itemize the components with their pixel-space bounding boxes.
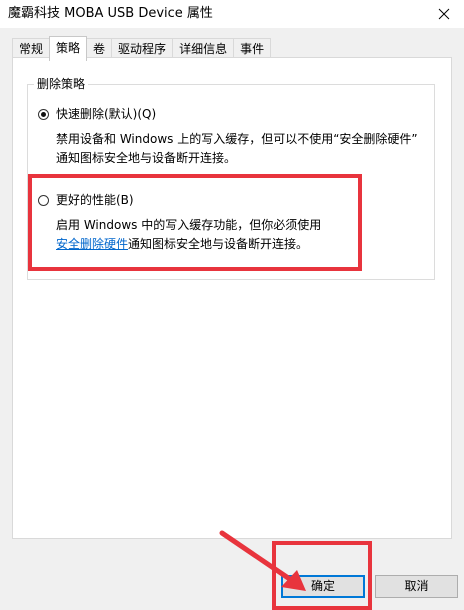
- cancel-button[interactable]: 取消: [375, 575, 458, 598]
- ok-button[interactable]: 确定: [281, 575, 365, 598]
- better-performance-option[interactable]: 更好的性能(B): [38, 193, 134, 207]
- tab-details[interactable]: 详细信息: [172, 38, 235, 59]
- better-performance-desc-line2-rest: 通知图标安全地与设备断开连接。: [128, 237, 309, 251]
- better-performance-desc-line1: 启用 Windows 中的写入缓存功能，但你必须使用: [56, 218, 322, 232]
- policies-panel: 删除策略 快速删除(默认)(Q) 禁用设备和 Windows 上的写入缓存，但可…: [12, 57, 452, 539]
- quick-removal-radio[interactable]: [38, 108, 49, 120]
- safely-remove-hardware-link[interactable]: 安全删除硬件: [56, 237, 128, 251]
- removal-policy-group: 删除策略 快速删除(默认)(Q) 禁用设备和 Windows 上的写入缓存，但可…: [27, 77, 435, 280]
- tab-events[interactable]: 事件: [233, 38, 272, 59]
- better-performance-desc-line2: 安全删除硬件通知图标安全地与设备断开连接。: [56, 235, 321, 254]
- better-performance-description: 启用 Windows 中的写入缓存功能，但你必须使用 安全删除硬件通知图标安全地…: [56, 216, 321, 254]
- quick-removal-desc-line2: 通知图标安全地与设备断开连接。: [56, 151, 237, 165]
- removal-policy-title: 删除策略: [34, 77, 89, 91]
- tab-policies[interactable]: 策略: [49, 36, 88, 61]
- tab-driver[interactable]: 驱动程序: [111, 38, 174, 59]
- quick-removal-label: 快速删除(默认)(Q): [56, 107, 157, 121]
- tab-general[interactable]: 常规: [12, 38, 51, 59]
- quick-removal-option[interactable]: 快速删除(默认)(Q): [38, 107, 156, 121]
- quick-removal-desc-line1: 禁用设备和 Windows 上的写入缓存，但可以不使用“安全删除硬件”: [56, 132, 418, 146]
- window-title: 魔霸科技 MOBA USB Device 属性: [8, 6, 213, 21]
- quick-removal-description: 禁用设备和 Windows 上的写入缓存，但可以不使用“安全删除硬件” 通知图标…: [56, 130, 418, 168]
- tab-strip: 常规 策略 卷 驱动程序 详细信息 事件: [12, 36, 272, 61]
- tab-volumes[interactable]: 卷: [86, 38, 113, 59]
- better-performance-radio[interactable]: [38, 194, 49, 206]
- close-icon: [438, 8, 450, 20]
- title-bar: 魔霸科技 MOBA USB Device 属性: [0, 0, 464, 28]
- better-performance-label: 更好的性能(B): [56, 193, 134, 207]
- radio-selected-dot: [41, 111, 46, 117]
- close-button[interactable]: [424, 0, 464, 28]
